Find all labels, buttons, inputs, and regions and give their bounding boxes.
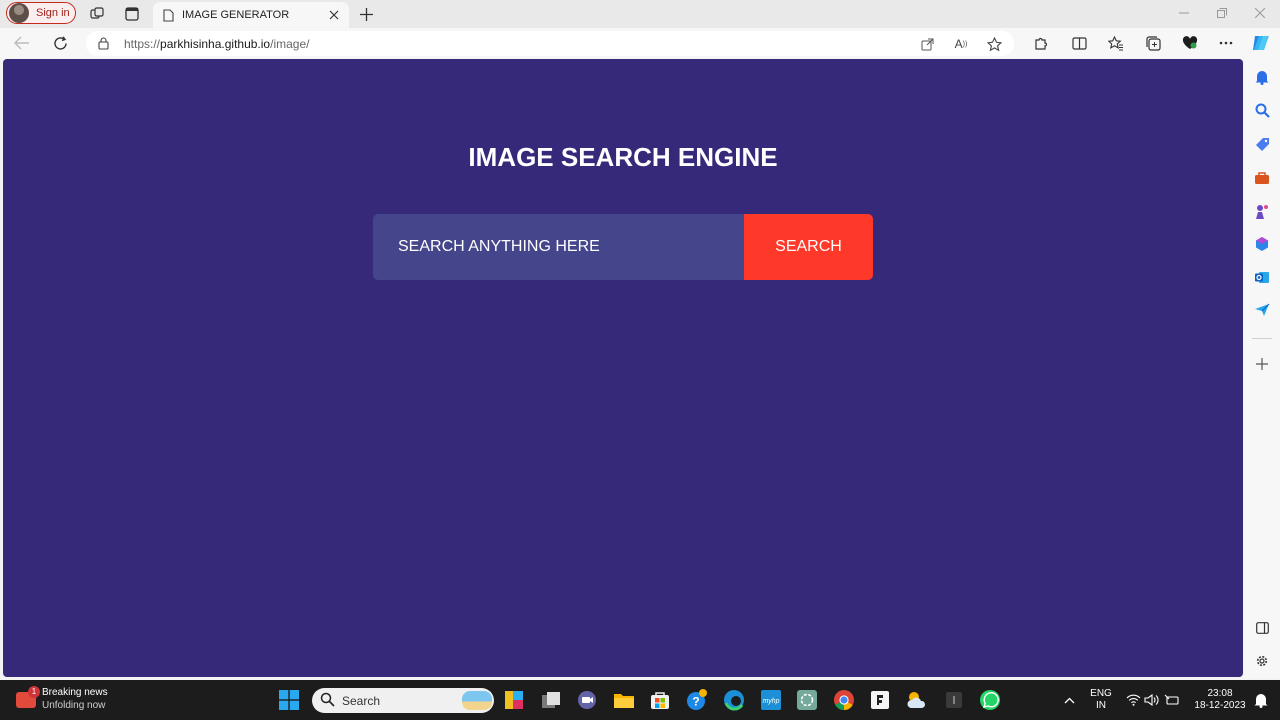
open-in-app-icon[interactable] <box>918 35 936 53</box>
lock-icon[interactable] <box>98 37 109 55</box>
chrome-icon[interactable] <box>833 689 855 711</box>
chatgpt-icon[interactable] <box>796 689 818 711</box>
split-screen-icon[interactable] <box>1069 33 1089 53</box>
volume-icon[interactable] <box>1141 689 1163 711</box>
widget-app-icon[interactable] <box>503 689 525 711</box>
send-icon[interactable] <box>1252 300 1272 320</box>
task-view-icon[interactable] <box>540 689 562 711</box>
help-icon[interactable]: ? <box>686 689 708 711</box>
restore-icon[interactable] <box>1212 5 1232 21</box>
news-subtitle: Unfolding now <box>42 700 106 711</box>
document-app-icon[interactable] <box>869 689 891 711</box>
page-title: IMAGE SEARCH ENGINE <box>468 142 778 172</box>
avatar <box>9 3 29 23</box>
settings-gear-icon[interactable] <box>1252 651 1272 671</box>
taskbar-search-label: Search <box>342 694 381 708</box>
browser-essentials-icon[interactable] <box>1180 33 1200 53</box>
shopping-tag-icon[interactable] <box>1252 134 1272 154</box>
tab-strip: Sign in IMAGE GENERATOR <box>0 0 1280 28</box>
search-icon[interactable] <box>1252 100 1272 120</box>
extensions-icon[interactable] <box>1030 33 1050 53</box>
weather-icon[interactable] <box>906 689 928 711</box>
tools-icon[interactable] <box>1252 168 1272 188</box>
whatsapp-icon[interactable] <box>979 689 1001 711</box>
workspaces-icon[interactable] <box>88 5 106 23</box>
back-icon[interactable] <box>12 33 32 53</box>
file-explorer-icon[interactable] <box>613 689 635 711</box>
close-tab-icon[interactable] <box>325 6 343 24</box>
svg-text:myhp: myhp <box>762 698 779 705</box>
search-icon <box>320 692 335 712</box>
refresh-icon[interactable] <box>50 33 70 53</box>
start-windows-icon[interactable] <box>278 689 300 711</box>
input-language[interactable]: ENG IN <box>1088 688 1114 712</box>
search-button[interactable]: SEARCH <box>744 214 873 280</box>
microsoft-365-icon[interactable] <box>1252 234 1272 254</box>
page-content: IMAGE SEARCH ENGINE SEARCH <box>3 59 1243 677</box>
myhp-icon[interactable]: myhp <box>760 689 782 711</box>
close-window-icon[interactable] <box>1250 5 1270 21</box>
navigation-bar: https://parkhisinha.github.io/image/ A)) <box>0 28 1280 58</box>
teams-icon[interactable] <box>576 689 598 711</box>
taskbar-search[interactable]: Search <box>312 688 494 713</box>
show-hidden-icons-chevron-up-icon[interactable] <box>1058 689 1080 711</box>
clock[interactable]: 23:08 18-12-2023 <box>1186 688 1254 712</box>
sign-in-label: Sign in <box>36 7 70 19</box>
minimize-icon[interactable] <box>1174 5 1194 21</box>
beach-icon <box>462 691 492 710</box>
page-icon <box>163 8 174 22</box>
news-badge: 1 <box>28 686 40 698</box>
favorite-star-icon[interactable] <box>985 35 1003 53</box>
edge-sidebar <box>1244 58 1280 678</box>
notifications-icon[interactable] <box>1250 689 1272 711</box>
url-text[interactable]: https://parkhisinha.github.io/image/ <box>124 37 309 51</box>
terminal-app-icon[interactable] <box>943 689 965 711</box>
read-aloud-icon[interactable]: A)) <box>952 35 970 53</box>
store-icon[interactable] <box>649 689 671 711</box>
new-tab-icon[interactable] <box>357 5 375 23</box>
outlook-icon[interactable] <box>1252 267 1272 287</box>
battery-icon[interactable] <box>1161 689 1183 711</box>
hide-sidebar-icon[interactable] <box>1252 618 1272 638</box>
edge-browser-icon[interactable] <box>723 689 745 711</box>
more-options-icon[interactable] <box>1216 33 1236 53</box>
sidebar-divider <box>1252 338 1272 339</box>
tab-title: IMAGE GENERATOR <box>182 9 290 21</box>
news-title: Breaking news <box>42 687 108 698</box>
taskbar: 1 Breaking news Unfolding now Search ? m… <box>0 680 1280 720</box>
collections-icon[interactable] <box>1143 33 1163 53</box>
news-widget[interactable]: 1 Breaking news Unfolding now <box>16 686 136 714</box>
favorites-icon[interactable] <box>1106 33 1126 53</box>
search-input[interactable] <box>373 214 744 280</box>
address-bar[interactable]: https://parkhisinha.github.io/image/ A)) <box>86 31 1014 56</box>
tab-actions-icon[interactable] <box>123 5 141 23</box>
add-icon[interactable] <box>1252 354 1272 374</box>
sign-in-button[interactable]: Sign in <box>6 2 76 24</box>
svg-text:?: ? <box>692 695 699 709</box>
games-icon[interactable] <box>1252 202 1272 222</box>
tab-image-generator[interactable]: IMAGE GENERATOR <box>153 2 349 28</box>
bell-icon[interactable] <box>1252 67 1272 87</box>
copilot-icon[interactable] <box>1251 33 1271 53</box>
